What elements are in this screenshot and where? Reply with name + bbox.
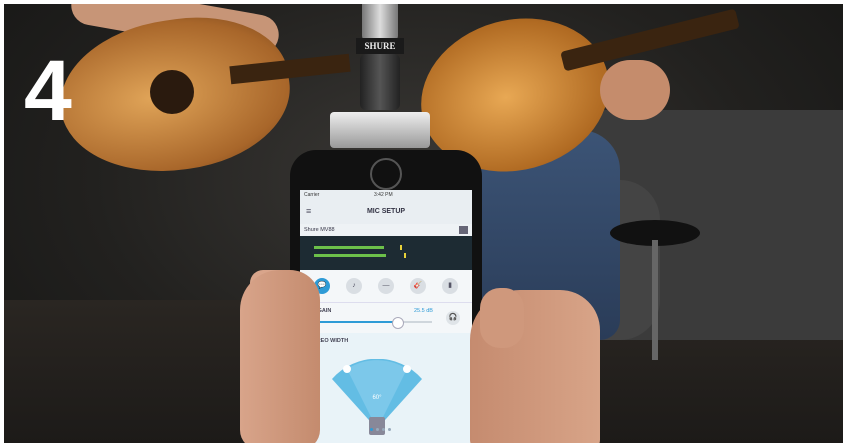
page-dot[interactable] — [376, 428, 379, 431]
left-guitar-soundhole — [150, 70, 194, 114]
nav-bar: ≡ MIC SETUP — [300, 200, 472, 225]
mic-body — [360, 54, 400, 110]
stool-leg — [652, 240, 658, 360]
home-button[interactable] — [370, 158, 402, 190]
mic-brand-label: SHURE — [356, 38, 404, 54]
mode-selector: 💬 ♪ — 🎸 ▮ — [300, 272, 472, 300]
meter-bar-left — [314, 246, 384, 249]
guitar-icon[interactable]: 🎸 — [410, 278, 426, 294]
photo-scene: SHURE Carrier 3:42 PM ≡ MIC SETUP Shure … — [0, 0, 847, 447]
guitarist-hand — [600, 60, 670, 120]
width-handle-left — [343, 365, 351, 373]
left-hand — [240, 270, 320, 447]
step-number: 4 — [24, 43, 72, 139]
battery-icon — [459, 226, 468, 234]
right-thumb — [480, 288, 524, 348]
device-name: Shure MV88 — [304, 227, 335, 233]
level-meter — [300, 236, 472, 270]
mic-gain-panel: MIC GAIN 25.5 dB 🎧 — [300, 302, 472, 333]
headphones-icon[interactable]: 🎧 — [446, 311, 460, 325]
flat-icon[interactable]: — — [378, 278, 394, 294]
stereo-angle: 60° — [372, 395, 382, 401]
mic-gain-slider[interactable] — [306, 317, 432, 329]
stereo-width-panel: STEREO WIDTH 60° — [300, 333, 472, 447]
page-dot[interactable] — [382, 428, 385, 431]
width-handle-right — [403, 365, 411, 373]
mic-connector — [330, 112, 430, 148]
peak-marker — [400, 245, 402, 250]
stool — [610, 220, 700, 360]
mic-head — [362, 0, 398, 40]
peak-marker — [404, 253, 406, 258]
page-title: MIC SETUP — [366, 208, 406, 215]
meter-bar-right — [314, 254, 386, 257]
app-screen: Carrier 3:42 PM ≡ MIC SETUP Shure MV88 💬… — [300, 190, 472, 447]
status-bar: Carrier 3:42 PM — [300, 190, 472, 200]
page-dot[interactable] — [370, 428, 373, 431]
page-dot[interactable] — [388, 428, 391, 431]
clock: 3:42 PM — [374, 192, 393, 198]
microphone: SHURE — [330, 0, 430, 150]
loud-icon[interactable]: ▮ — [442, 278, 458, 294]
mic-gain-value: 25.5 dB — [414, 308, 433, 314]
carrier-label: Carrier — [304, 192, 320, 198]
mic-gain-thumb[interactable] — [391, 317, 404, 329]
device-bar: Shure MV88 — [300, 224, 472, 236]
page-indicator — [370, 427, 394, 433]
singing-icon[interactable]: ♪ — [346, 278, 362, 294]
